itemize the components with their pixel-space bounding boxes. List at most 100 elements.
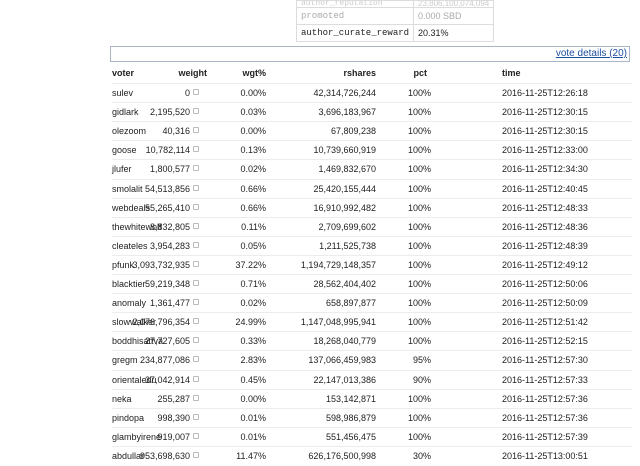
voter-link-text: pfunk: [112, 259, 135, 270]
weight-percent: 0.00%: [240, 394, 266, 404]
vote-row: pfunk 3,093,732,935 37.22% 1,194,729,148,35…: [112, 254, 632, 275]
voter-link[interactable]: smolalit: [112, 184, 143, 194]
detail-key: author_reputation: [295, 0, 415, 8]
detail-value: 23,806,100,074,094: [413, 0, 495, 8]
voter-link[interactable]: jlufer: [112, 164, 132, 174]
voter-link[interactable]: neka: [112, 394, 132, 404]
weight-value: 59,219,348: [145, 279, 199, 289]
weight-percent-text: 0.02%: [240, 164, 266, 175]
voter-link[interactable]: pfunk: [112, 260, 134, 270]
weight-value-text: 1,361,477: [149, 298, 190, 309]
detail-row: promoted 0.000 SBD: [295, 7, 495, 25]
weight-value-text: 54,513,856: [144, 183, 190, 194]
rshares-value: 626,176,500,998: [308, 451, 376, 461]
weight-value-text: 3,954,283: [149, 240, 190, 251]
voter-link-text: gidlark: [112, 107, 139, 118]
voter-link-text: pindopa: [112, 412, 145, 423]
weight-percent-text: 2.83%: [240, 355, 266, 366]
vote-percent-text: 100%: [407, 298, 431, 309]
weight-percent: 24.99%: [235, 317, 266, 327]
vote-time-text: 2016-11-25T12:48:33: [502, 202, 588, 213]
col-time: time: [502, 68, 521, 78]
voter-link-text: neka: [112, 393, 132, 404]
voter-link-text: olezoom: [112, 126, 147, 137]
square-dot-icon: [193, 165, 199, 172]
detail-key: promoted: [295, 7, 415, 25]
weight-percent: 0.11%: [241, 222, 266, 232]
voter-link[interactable]: gregm: [112, 355, 138, 365]
vote-time-text: 2016-11-25T12:57:39: [502, 431, 588, 442]
vote-percent-text: 100%: [407, 259, 431, 270]
vote-percent: 100%: [408, 107, 431, 117]
rshares-value-text: 42,314,726,244: [313, 88, 376, 98]
voter-link-text: blacktier: [112, 279, 146, 289]
voter-link-text: goose: [112, 145, 137, 156]
weight-value: 3,954,283: [150, 241, 199, 251]
rshares-value: 1,147,048,995,941: [301, 317, 376, 327]
vote-time: 2016-11-25T12:48:39: [502, 241, 588, 251]
voter-link[interactable]: blacktier: [112, 279, 146, 289]
voter-link[interactable]: glambyirene: [112, 432, 161, 442]
vote-time-text: 2016-11-25T12:50:06: [502, 279, 588, 289]
vote-time: 2016-11-25T12:48:33: [502, 203, 588, 213]
weight-percent-text: 0.00%: [240, 88, 266, 98]
col-voter: voter: [112, 68, 135, 78]
weight-percent-text: 0.66%: [240, 202, 266, 213]
voter-link-text: gregm: [112, 355, 138, 366]
vote-time-text: 2016-11-25T12:51:42: [502, 317, 588, 328]
vote-time-text: 2016-11-25T12:40:45: [502, 183, 588, 194]
weight-percent: 0.00%: [240, 126, 266, 136]
voter-link[interactable]: olezoom: [112, 126, 146, 136]
rshares-value-text: 1,194,729,148,357: [300, 259, 376, 270]
square-dot-icon: [193, 203, 199, 210]
rshares-value-text: 18,268,040,779: [313, 336, 376, 347]
weight-value: 27,727,605: [145, 336, 199, 346]
square-dot-icon: [193, 318, 199, 325]
weight-percent-text: 37.22%: [235, 259, 266, 270]
voter-link[interactable]: cleateles: [112, 241, 148, 251]
weight-percent: 0.02%: [240, 164, 266, 174]
vote-percent-text: 100%: [407, 88, 431, 98]
rshares-value: 10,739,660,919: [313, 145, 376, 155]
vote-percent-text: 30%: [412, 450, 431, 461]
voter-link[interactable]: gidlark: [112, 107, 139, 117]
square-dot-icon: [193, 146, 199, 153]
detail-value: 20.31%: [413, 24, 495, 42]
weight-value-text: 3,093,732,935: [132, 259, 190, 270]
vote-time-text: 2016-11-25T12:33:00: [502, 145, 588, 156]
vote-time: 2016-11-25T12:51:42: [502, 317, 588, 327]
vote-time-text: 2016-11-25T12:50:09: [502, 298, 588, 309]
vote-time: 2016-11-25T12:30:15: [502, 107, 588, 117]
weight-percent-text: 0.02%: [240, 298, 266, 309]
rshares-value: 1,211,525,738: [319, 241, 376, 251]
votes-header-row: voter weight wgt% rshares pct time: [112, 64, 632, 83]
vote-percent: 100%: [408, 394, 431, 404]
weight-value: 1,800,577: [150, 164, 199, 174]
voter-link[interactable]: goose: [112, 145, 137, 155]
square-dot-icon: [193, 451, 199, 458]
voter-link[interactable]: sulev: [112, 88, 133, 98]
weight-value: 919,007: [157, 432, 199, 442]
vote-percent: 100%: [408, 145, 431, 155]
vote-percent: 100%: [408, 413, 431, 423]
vote-details-link[interactable]: vote details (20): [556, 48, 627, 59]
rshares-value-text: 16,910,992,482: [313, 202, 376, 213]
weight-percent-text: 0.05%: [240, 240, 266, 251]
weight-percent-text: 24.99%: [235, 317, 266, 328]
vote-percent-text: 100%: [407, 126, 431, 137]
weight-value: 998,390: [157, 413, 199, 423]
vote-percent-text: 95%: [412, 355, 431, 366]
voter-link[interactable]: pindopa: [112, 413, 144, 423]
rshares-value: 1,194,729,148,357: [301, 260, 376, 270]
voter-link[interactable]: anomaly: [112, 298, 146, 308]
weight-value: 2,195,520: [150, 107, 199, 117]
vote-time-text: 2016-11-25T13:00:51: [502, 450, 588, 461]
vote-percent: 100%: [408, 279, 431, 289]
vote-percent: 100%: [408, 203, 431, 213]
vote-row: slowwalker 2,076,796,354 24.99% 1,147,048,9…: [112, 312, 632, 332]
square-dot-icon: [193, 299, 199, 306]
square-dot-icon: [193, 184, 199, 191]
vote-row: smolalit 54,513,856 0.66% 25,420,155,444 100…: [112, 178, 632, 199]
vote-row: cleateles 3,954,283 0.05% 1,211,525,738 100%…: [112, 235, 632, 256]
weight-value: 55,265,410: [145, 203, 199, 213]
